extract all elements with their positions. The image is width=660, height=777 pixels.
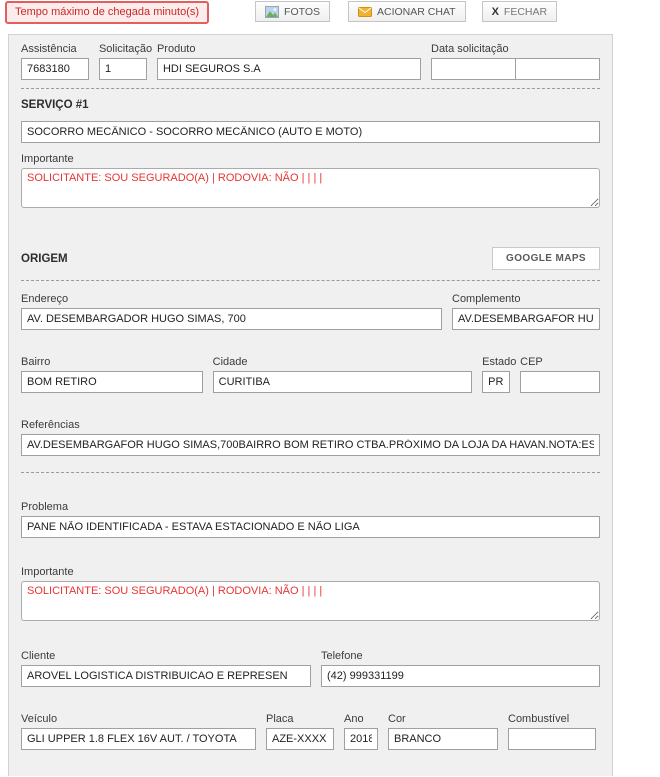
separator	[21, 88, 600, 89]
placa-input[interactable]	[266, 728, 334, 750]
ano-label: Ano	[344, 713, 378, 725]
service-form-panel: Assistência Solicitação Produto Data sol…	[8, 34, 613, 776]
cliente-row: Cliente Telefone	[21, 650, 600, 687]
ano-input[interactable]	[344, 728, 378, 750]
google-maps-button[interactable]: GOOGLE MAPS	[492, 247, 600, 270]
fechar-button[interactable]: X FECHAR	[482, 1, 558, 22]
origem-section-title: ORIGEM	[21, 253, 68, 265]
separator	[21, 280, 600, 281]
fotos-button-label: FOTOS	[284, 6, 320, 18]
endereco-input[interactable]	[21, 308, 442, 330]
origem-importante-textarea[interactable]: SOLICITANTE: SOU SEGURADO(A) | RODOVIA: …	[21, 581, 600, 621]
bairro-input[interactable]	[21, 371, 203, 393]
complemento-label: Complemento	[452, 293, 600, 305]
assistencia-label: Assistência	[21, 43, 89, 55]
cliente-label: Cliente	[21, 650, 311, 662]
data-solicitacao-date-input[interactable]	[431, 58, 516, 80]
combustivel-input[interactable]	[508, 728, 596, 750]
bairro-label: Bairro	[21, 356, 203, 368]
separator	[21, 472, 600, 473]
telefone-label: Telefone	[321, 650, 600, 662]
data-solicitacao-label: Data solicitação	[431, 43, 600, 55]
complemento-input[interactable]	[452, 308, 600, 330]
cor-input[interactable]	[388, 728, 498, 750]
assistencia-input[interactable]	[21, 58, 89, 80]
envelope-icon	[358, 7, 372, 17]
acionar-chat-button[interactable]: ACIONAR CHAT	[348, 1, 466, 22]
produto-label: Produto	[157, 43, 421, 55]
combustivel-label: Combustível	[508, 713, 596, 725]
estado-label: Estado	[482, 356, 510, 368]
fotos-button[interactable]: FOTOS	[255, 1, 330, 22]
servico-importante-textarea[interactable]: SOLICITANTE: SOU SEGURADO(A) | RODOVIA: …	[21, 168, 600, 208]
veiculo-row: Veículo Placa Ano Cor Combustível	[21, 713, 600, 750]
cidade-label: Cidade	[213, 356, 473, 368]
fechar-button-label: FECHAR	[504, 6, 547, 18]
placa-label: Placa	[266, 713, 334, 725]
referencias-input[interactable]	[21, 434, 600, 456]
endereco-label: Endereço	[21, 293, 442, 305]
servico-section-title: SERVIÇO #1	[21, 99, 600, 111]
referencias-label: Referências	[21, 419, 600, 431]
origem-importante-label: Importante	[21, 566, 600, 578]
cidade-input[interactable]	[213, 371, 473, 393]
toolbar: Tempo máximo de chegada minuto(s) FOTOS …	[0, 0, 660, 34]
servico-descricao-input[interactable]	[21, 121, 600, 143]
solicitacao-input[interactable]	[99, 58, 147, 80]
photo-icon	[265, 6, 279, 18]
solicitacao-label: Solicitação	[99, 43, 147, 55]
cor-label: Cor	[388, 713, 498, 725]
estado-input[interactable]	[482, 371, 510, 393]
endereco-row: Endereço Complemento	[21, 293, 600, 330]
tempo-maximo-alert[interactable]: Tempo máximo de chegada minuto(s)	[5, 1, 209, 24]
close-x-icon: X	[492, 6, 499, 18]
veiculo-input[interactable]	[21, 728, 256, 750]
produto-input[interactable]	[157, 58, 421, 80]
data-solicitacao-time-input[interactable]	[515, 58, 600, 80]
servico-importante-label: Importante	[21, 153, 600, 165]
cep-input[interactable]	[520, 371, 600, 393]
veiculo-label: Veículo	[21, 713, 256, 725]
problema-input[interactable]	[21, 516, 600, 538]
cliente-input[interactable]	[21, 665, 311, 687]
problema-label: Problema	[21, 501, 600, 513]
telefone-input[interactable]	[321, 665, 600, 687]
header-fields-row: Assistência Solicitação Produto Data sol…	[21, 43, 600, 80]
cep-label: CEP	[520, 356, 600, 368]
origem-header-row: ORIGEM GOOGLE MAPS	[21, 247, 600, 270]
bairro-row: Bairro Cidade Estado CEP	[21, 356, 600, 393]
acionar-chat-button-label: ACIONAR CHAT	[377, 6, 456, 18]
